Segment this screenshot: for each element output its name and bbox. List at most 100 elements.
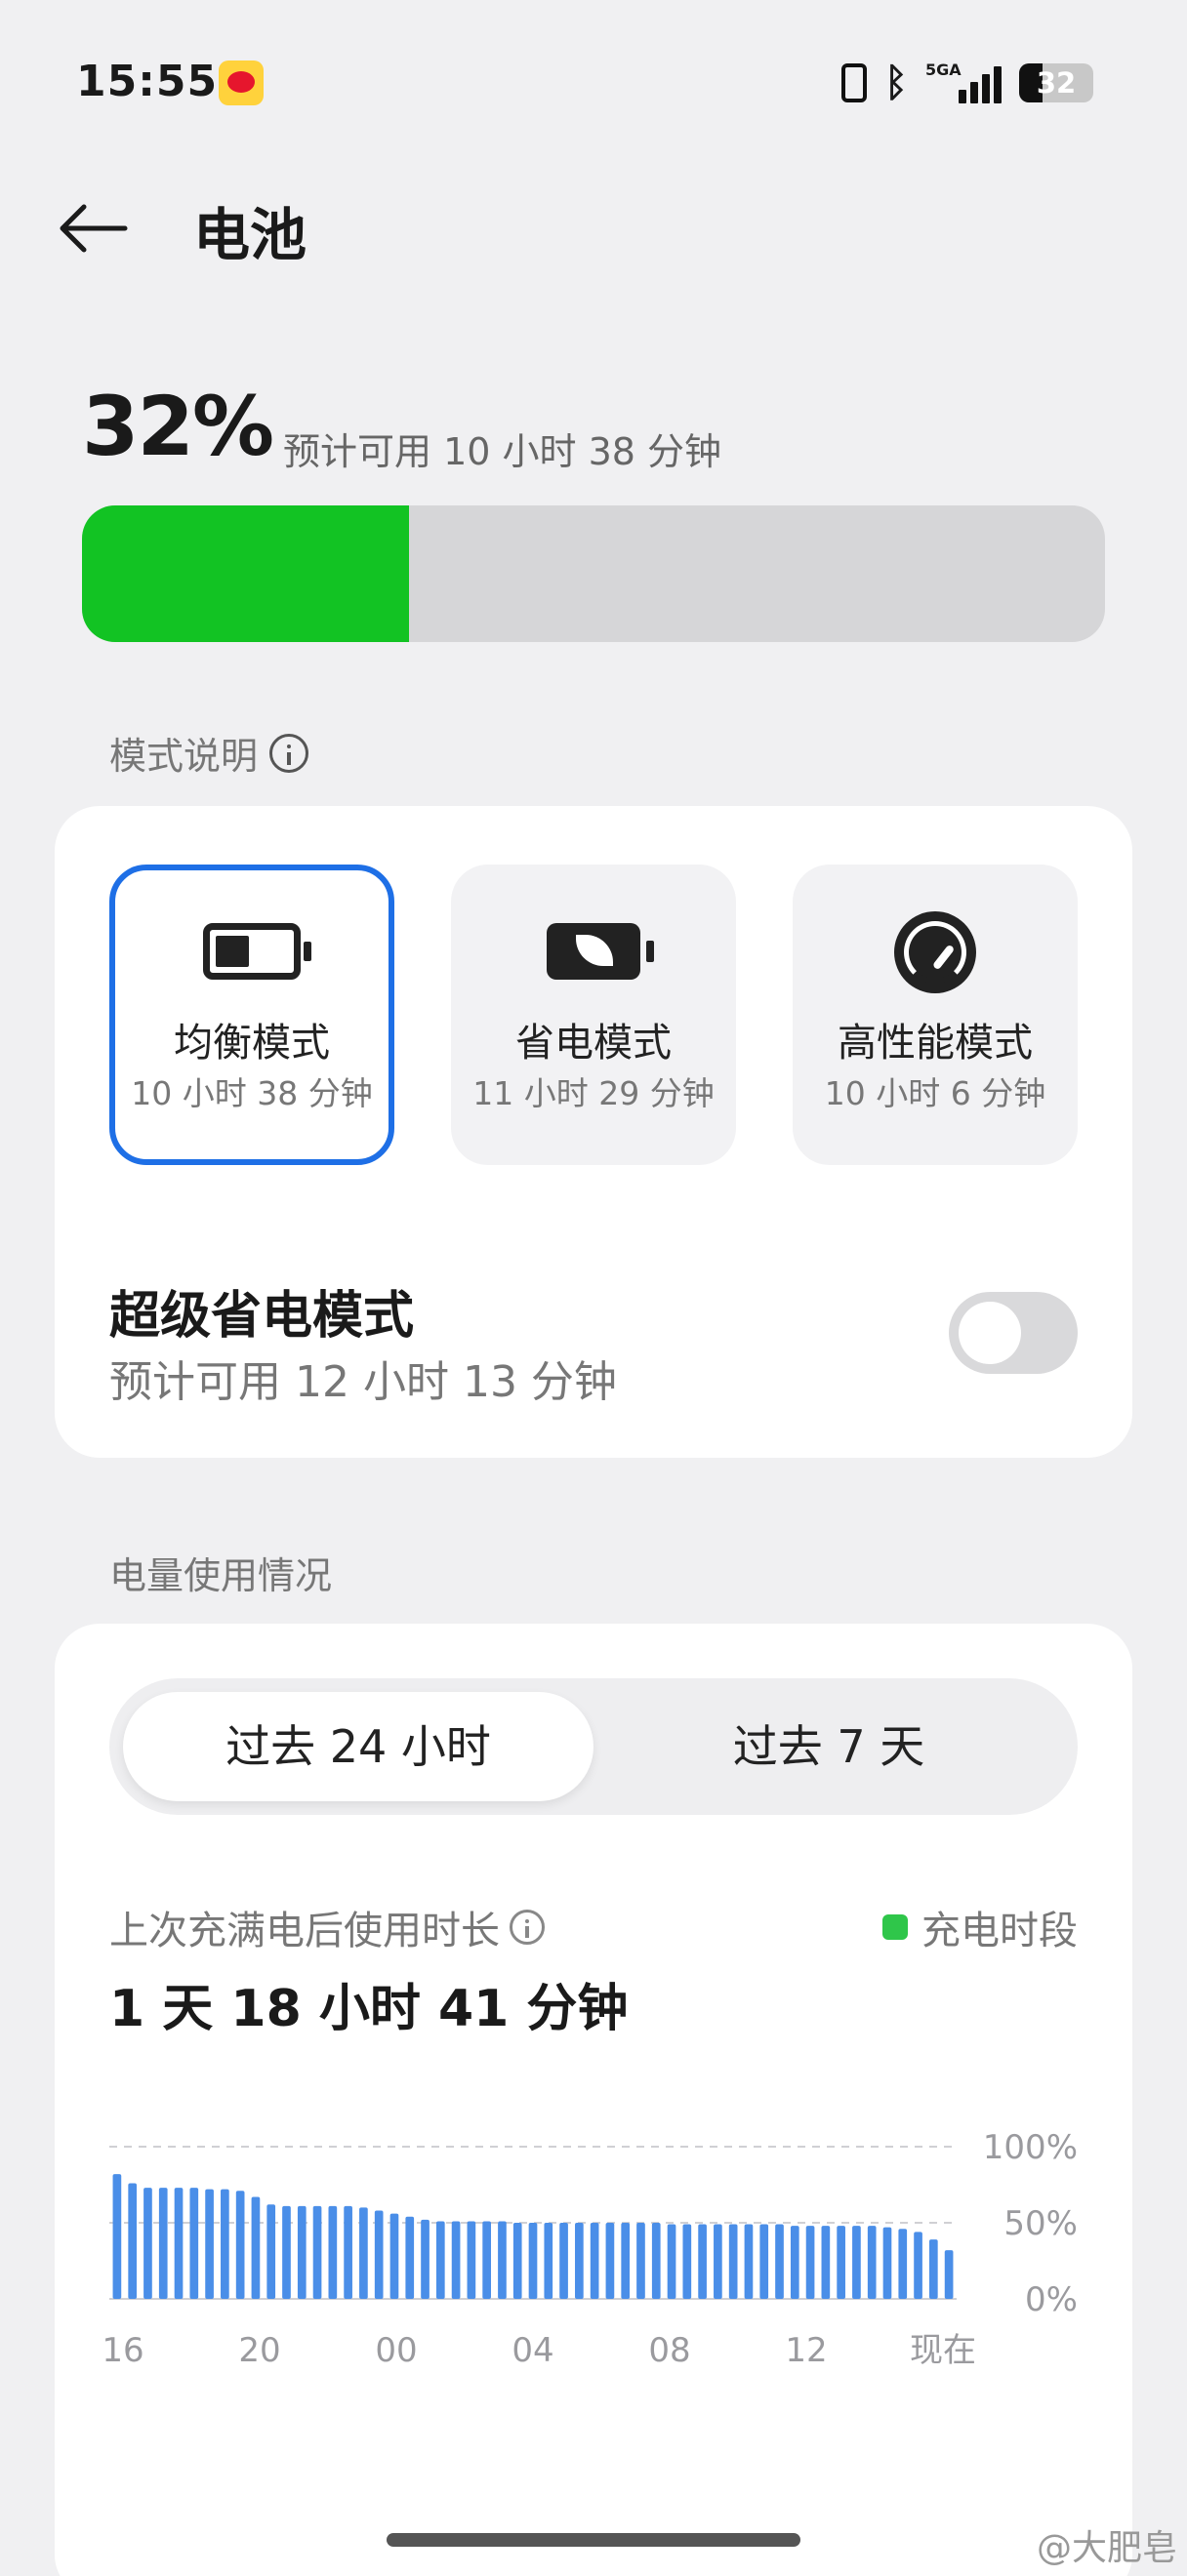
- battery-estimate: 预计可用 10 小时 38 分钟: [283, 430, 722, 473]
- status-time: 15:55: [76, 57, 219, 106]
- leaf-battery-icon: [547, 923, 654, 980]
- back-arrow-icon[interactable]: [55, 189, 133, 267]
- chart-bar: [621, 2223, 631, 2299]
- chart-bar: [359, 2207, 368, 2299]
- chart-bar: [297, 2205, 307, 2299]
- chart-bar: [498, 2221, 507, 2299]
- chart-bar: [389, 2213, 399, 2299]
- status-battery-level: 32: [1036, 66, 1077, 100]
- chart-bar: [128, 2183, 138, 2299]
- chart-x-tick-label: 00: [375, 2331, 417, 2370]
- mode-balanced[interactable]: 均衡模式 10 小时 38 分钟: [109, 865, 394, 1165]
- chart-x-tick-label: 16: [102, 2331, 143, 2370]
- since-full-charge-label[interactable]: 上次充满电后使用时长: [109, 1899, 545, 1955]
- chart-bar: [451, 2221, 461, 2299]
- toggle-knob: [959, 1302, 1021, 1364]
- chart-bar: [759, 2224, 769, 2299]
- chart-bar: [112, 2174, 122, 2299]
- modes-section-label[interactable]: 模式说明: [109, 726, 309, 780]
- chart-bar: [512, 2223, 522, 2299]
- network-type: 5GA: [925, 60, 962, 79]
- chart-bar: [158, 2188, 168, 2299]
- chart-bar: [421, 2219, 430, 2299]
- chart-bar: [744, 2224, 754, 2299]
- chart-y-tick-label: 50%: [1003, 2204, 1078, 2243]
- super-saver-title: 超级省电模式: [109, 1287, 415, 1346]
- battery-half-icon: [203, 923, 311, 980]
- chart-bar: [251, 2196, 261, 2299]
- tab-past-24-hours[interactable]: 过去 24 小时: [123, 1692, 594, 1801]
- chart-bar: [266, 2204, 276, 2299]
- time-range-tabs: 过去 24 小时 过去 7 天: [109, 1678, 1078, 1815]
- chart-bar: [189, 2188, 199, 2299]
- info-icon[interactable]: [510, 1910, 545, 1945]
- modes-section-text: 模式说明: [109, 735, 259, 778]
- home-indicator[interactable]: [387, 2533, 800, 2547]
- chart-bar: [682, 2224, 692, 2299]
- super-saver-subtitle: 预计可用 12 小时 13 分钟: [109, 1357, 617, 1407]
- charging-legend: 充电时段: [882, 1899, 1078, 1955]
- chart-bar: [605, 2223, 615, 2299]
- chart-bar: [205, 2189, 214, 2299]
- battery-usage-chart: 100% 50% 0% 16 20 00 04 08 12 现在: [102, 2131, 1078, 2370]
- chart-bar: [636, 2223, 645, 2299]
- chart-bar: [590, 2223, 599, 2299]
- mode-power-saving[interactable]: 省电模式 11 小时 29 分钟: [451, 865, 736, 1165]
- info-icon[interactable]: [269, 733, 309, 773]
- mode-name: 省电模式: [515, 1021, 672, 1066]
- chart-bar: [928, 2239, 938, 2299]
- battery-level-bar: [82, 505, 1105, 642]
- super-saver-toggle[interactable]: [949, 1292, 1078, 1374]
- since-full-charge-text: 上次充满电后使用时长: [109, 1909, 500, 1953]
- battery-icon: 32: [1019, 63, 1093, 102]
- chart-bar: [174, 2188, 184, 2299]
- usage-section-text: 电量使用情况: [109, 1554, 333, 1597]
- chart-bar: [482, 2221, 491, 2299]
- chart-bar: [528, 2223, 538, 2299]
- battery-level-fill: [82, 505, 410, 642]
- charging-legend-swatch: [882, 1914, 908, 1940]
- chart-bar: [898, 2229, 908, 2299]
- page-title: 电池: [193, 202, 307, 268]
- chart-bar: [728, 2224, 738, 2299]
- chart-bar: [805, 2226, 815, 2299]
- chart-bar: [559, 2223, 568, 2299]
- chart-bar: [544, 2223, 553, 2299]
- usage-card: 过去 24 小时 过去 7 天 上次充满电后使用时长 充电时段 1 天 18 小…: [55, 1624, 1132, 2576]
- chart-bar: [914, 2232, 922, 2299]
- vibrate-icon: [841, 63, 867, 102]
- status-icons: ᛒ 5GA 32: [841, 60, 1093, 105]
- chart-bar: [944, 2250, 954, 2299]
- chart-bar: [435, 2221, 445, 2299]
- chart-bar: [667, 2224, 676, 2299]
- chart-x-tick-label: 12: [785, 2331, 827, 2370]
- chart-x-tick-label: 20: [238, 2331, 280, 2370]
- mode-name: 均衡模式: [174, 1021, 330, 1066]
- chart-bar: [714, 2224, 722, 2299]
- charging-legend-text: 充电时段: [921, 1909, 1078, 1953]
- modes-card: 均衡模式 10 小时 38 分钟 省电模式 11 小时 29 分钟 高性能模式 …: [55, 806, 1132, 1458]
- chart-x-tick-label: 现在: [910, 2331, 976, 2370]
- chart-bar: [405, 2216, 415, 2299]
- chart-bar: [821, 2226, 831, 2299]
- mode-high-performance[interactable]: 高性能模式 10 小时 6 分钟: [793, 865, 1078, 1165]
- signal-icon: 5GA: [925, 60, 1002, 103]
- chart-bar: [467, 2221, 476, 2299]
- chart-bar: [651, 2223, 661, 2299]
- mode-time: 11 小时 29 分钟: [472, 1074, 715, 1112]
- mode-time: 10 小时 38 分钟: [131, 1074, 373, 1112]
- chart-bar: [790, 2226, 799, 2299]
- chart-bar: [282, 2205, 291, 2299]
- chart-bar: [775, 2224, 784, 2299]
- mode-name: 高性能模式: [838, 1021, 1033, 1066]
- tab-past-7-days[interactable]: 过去 7 天: [594, 1692, 1064, 1801]
- chart-bar: [575, 2223, 584, 2299]
- chart-bar: [221, 2189, 229, 2299]
- speedometer-icon: [894, 911, 976, 993]
- weibo-app-icon: [219, 60, 264, 105]
- chart-bar: [235, 2191, 245, 2299]
- chart-bar: [374, 2210, 384, 2299]
- status-bar: 15:55 ᛒ 5GA 32: [0, 0, 1187, 166]
- chart-bar: [867, 2226, 877, 2299]
- chart-bar: [344, 2205, 352, 2299]
